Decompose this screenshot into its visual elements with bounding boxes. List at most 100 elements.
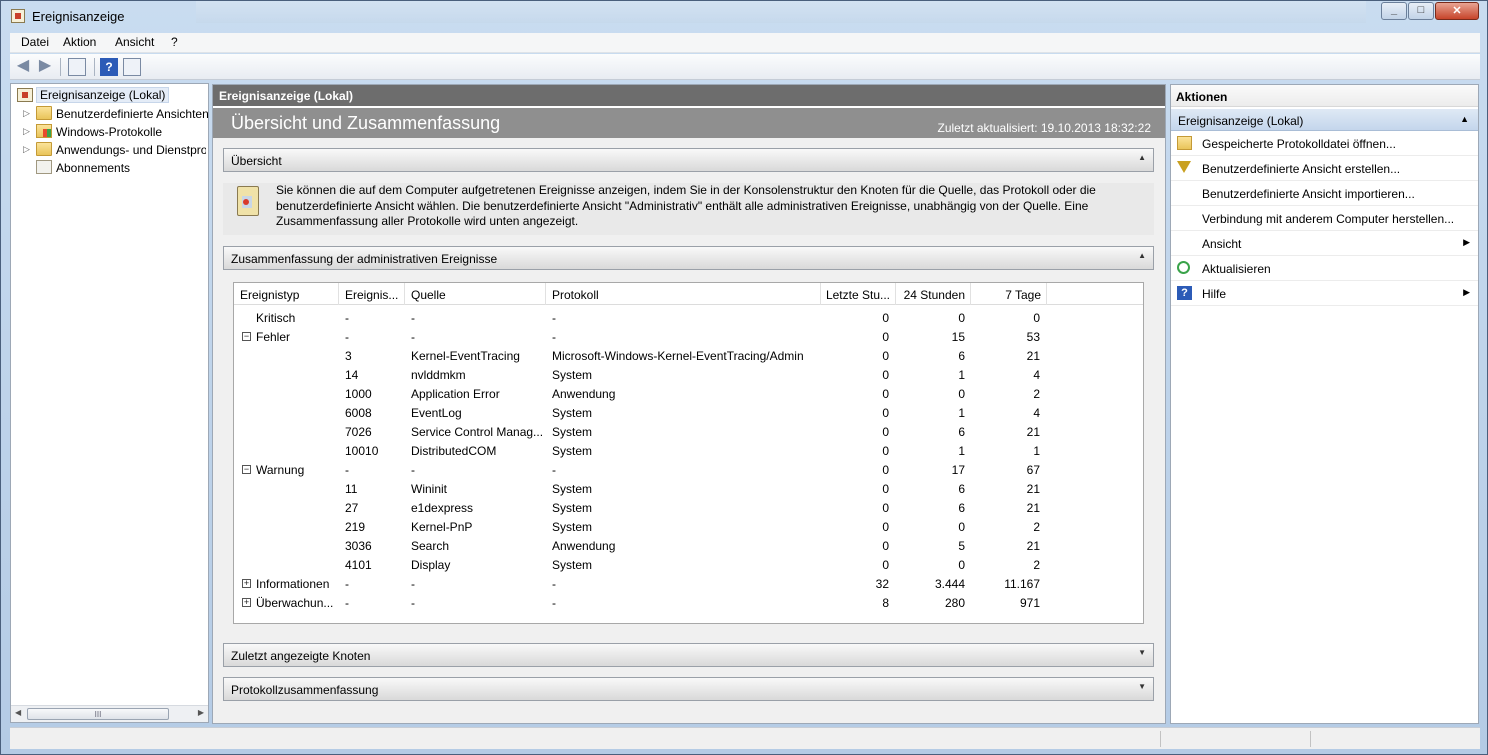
scroll-left-icon[interactable]: ◀ bbox=[15, 708, 21, 717]
table-row[interactable]: 219 Kernel-PnP System 0 0 2 bbox=[234, 518, 1143, 537]
cell-source: Kernel-EventTracing bbox=[411, 349, 520, 363]
cell-event-id: 3036 bbox=[345, 539, 372, 553]
table-row[interactable]: − Warnung - - - 0 17 67 bbox=[234, 461, 1143, 480]
show-hide-action-pane-icon[interactable] bbox=[123, 58, 141, 76]
event-viewer-app-icon bbox=[11, 9, 25, 23]
section-recent-nodes[interactable]: Zuletzt angezeigte Knoten ▼ bbox=[223, 643, 1154, 667]
cell-7d: 21 bbox=[1026, 349, 1040, 363]
action-label: Aktualisieren bbox=[1202, 262, 1271, 276]
table-row[interactable]: + Informationen - - - 32 3.444 11.167 bbox=[234, 575, 1143, 594]
cell-24h: 15 bbox=[951, 330, 965, 344]
action-item[interactable]: ? Hilfe ▶ bbox=[1171, 282, 1478, 306]
minimize-button[interactable]: _ bbox=[1381, 2, 1407, 20]
action-label: Gespeicherte Protokolldatei öffnen... bbox=[1202, 137, 1396, 151]
expand-icon[interactable]: ▷ bbox=[23, 108, 31, 119]
back-icon[interactable]: ◀ bbox=[14, 58, 32, 76]
expand-icon[interactable]: ▼ bbox=[1138, 682, 1146, 691]
col-header-source[interactable]: Quelle bbox=[405, 283, 546, 305]
help-icon[interactable]: ? bbox=[100, 58, 118, 76]
cell-7d: 2 bbox=[1033, 558, 1040, 572]
cell-24h: 1 bbox=[958, 406, 965, 420]
section-summary[interactable]: Zusammenfassung der administrativen Erei… bbox=[223, 246, 1154, 270]
toolbar: ◀ ▶ ? bbox=[10, 54, 1480, 80]
cell-24h: 0 bbox=[958, 311, 965, 325]
action-item[interactable]: Aktualisieren bbox=[1171, 257, 1478, 281]
menu-datei[interactable]: Datei bbox=[21, 35, 49, 49]
cell-source: - bbox=[411, 463, 415, 477]
menu-ansicht[interactable]: Ansicht bbox=[115, 35, 154, 49]
forward-icon[interactable]: ▶ bbox=[36, 58, 54, 76]
collapse-icon[interactable]: ▲ bbox=[1138, 153, 1146, 162]
refresh-icon bbox=[1177, 261, 1190, 274]
section-log-summary[interactable]: Protokollzusammenfassung ▼ bbox=[223, 677, 1154, 701]
expand-icon[interactable]: ▷ bbox=[23, 126, 31, 137]
close-button[interactable]: ✕ bbox=[1435, 2, 1479, 20]
expand-icon[interactable]: + bbox=[242, 598, 251, 607]
col-header-log[interactable]: Protokoll bbox=[546, 283, 821, 305]
menu-aktion[interactable]: Aktion bbox=[63, 35, 96, 49]
show-hide-tree-icon[interactable] bbox=[68, 58, 86, 76]
table-row[interactable]: 3036 Search Anwendung 0 5 21 bbox=[234, 537, 1143, 556]
action-item[interactable]: Gespeicherte Protokolldatei öffnen... bbox=[1171, 132, 1478, 156]
maximize-button[interactable]: □ bbox=[1408, 2, 1434, 20]
summary-table: Ereignistyp Ereignis... Quelle Protokoll… bbox=[233, 282, 1144, 624]
action-label: Benutzerdefinierte Ansicht importieren..… bbox=[1202, 187, 1415, 201]
cell-24h: 6 bbox=[958, 501, 965, 515]
table-row[interactable]: + Überwachun... - - -8 280 971 bbox=[234, 594, 1143, 613]
collapse-icon[interactable]: ▲ bbox=[1138, 251, 1146, 260]
cell-log: - bbox=[552, 577, 556, 591]
col-header-event-id[interactable]: Ereignis... bbox=[339, 283, 405, 305]
menu-help[interactable]: ? bbox=[171, 35, 178, 49]
collapse-icon[interactable]: − bbox=[242, 465, 251, 474]
col-header-last-hour[interactable]: Letzte Stu... bbox=[821, 283, 896, 305]
tree-item-label: Anwendungs- und Dienstprotokolle bbox=[56, 143, 206, 157]
cell-24h: 5 bbox=[958, 539, 965, 553]
cell-event-id: - bbox=[345, 577, 349, 591]
cell-log: System bbox=[552, 425, 593, 439]
horizontal-scrollbar[interactable]: ◀ III ▶ bbox=[11, 705, 208, 722]
cell-7d: 21 bbox=[1026, 539, 1040, 553]
table-row[interactable]: 4101 Display System 0 0 2 bbox=[234, 556, 1143, 575]
table-row[interactable]: 3 Kernel-EventTracing Microsoft-Windows-Ke… bbox=[234, 347, 1143, 366]
cell-last-hour: 0 bbox=[882, 425, 889, 439]
cell-last-hour: 0 bbox=[882, 387, 889, 401]
actions-group-header[interactable]: Ereignisanzeige (Lokal) ▲ bbox=[1171, 109, 1478, 131]
folder-icon bbox=[36, 106, 52, 120]
action-item[interactable]: Verbindung mit anderem Computer herstell… bbox=[1171, 207, 1478, 231]
cell-log: - bbox=[552, 596, 556, 610]
cell-last-hour: 0 bbox=[882, 444, 889, 458]
cell-log: System bbox=[552, 501, 593, 515]
collapse-icon[interactable]: ▲ bbox=[1460, 114, 1469, 124]
section-label: Übersicht bbox=[231, 154, 282, 168]
table-row[interactable]: 6008 EventLog System 0 1 4 bbox=[234, 404, 1143, 423]
col-header-24h[interactable]: 24 Stunden bbox=[896, 283, 971, 305]
cell-source: EventLog bbox=[411, 406, 462, 420]
cell-event-id: 6008 bbox=[345, 406, 372, 420]
action-item[interactable]: Benutzerdefinierte Ansicht importieren..… bbox=[1171, 182, 1478, 206]
folder-icon bbox=[36, 142, 52, 156]
action-item[interactable]: Benutzerdefinierte Ansicht erstellen... bbox=[1171, 157, 1478, 181]
section-overview[interactable]: Übersicht ▲ bbox=[223, 148, 1154, 172]
action-item[interactable]: Ansicht ▶ bbox=[1171, 232, 1478, 256]
scroll-thumb[interactable]: III bbox=[27, 708, 169, 720]
console-tree: Ereignisanzeige (Lokal) ▷ Benutzerdefini… bbox=[10, 83, 209, 723]
col-header-7d[interactable]: 7 Tage bbox=[971, 283, 1047, 305]
table-row[interactable]: Kritisch - - - 0 0 0 bbox=[234, 309, 1143, 328]
table-row[interactable]: 27 e1dexpress System 0 6 21 bbox=[234, 499, 1143, 518]
scroll-right-icon[interactable]: ▶ bbox=[198, 708, 204, 717]
collapse-icon[interactable]: − bbox=[242, 332, 251, 341]
expand-icon[interactable]: ▷ bbox=[23, 144, 31, 155]
col-header-type[interactable]: Ereignistyp bbox=[234, 283, 339, 305]
expand-icon[interactable]: ▼ bbox=[1138, 648, 1146, 657]
expand-icon[interactable]: + bbox=[242, 579, 251, 588]
table-row[interactable]: 11 Wininit System 0 6 21 bbox=[234, 480, 1143, 499]
table-row[interactable]: − Fehler - - - 0 15 53 bbox=[234, 328, 1143, 347]
cell-7d: 0 bbox=[1033, 311, 1040, 325]
center-header: Ereignisanzeige (Lokal) bbox=[213, 85, 1165, 106]
table-row[interactable]: 1000 Application Error Anwendung 0 0 2 bbox=[234, 385, 1143, 404]
table-row[interactable]: 10010 DistributedCOM System 0 1 1 bbox=[234, 442, 1143, 461]
table-row[interactable]: 14 nvlddmkm System 0 1 4 bbox=[234, 366, 1143, 385]
table-row[interactable]: 7026 Service Control Manag... System 0 6 21 bbox=[234, 423, 1143, 442]
overview-text: Sie können die auf dem Computer aufgetre… bbox=[276, 183, 1096, 228]
cell-source: Wininit bbox=[411, 482, 448, 496]
